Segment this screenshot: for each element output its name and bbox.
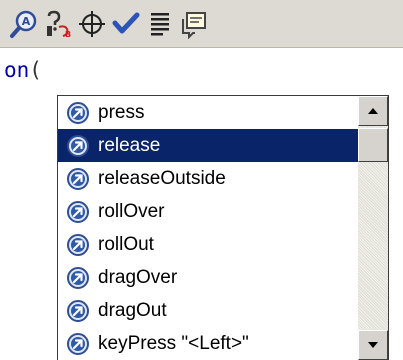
code-hint-popup: press release releaseOutside rollOver rollOu… [57,95,389,360]
check-syntax-icon [112,12,140,34]
event-handler-icon [67,299,89,322]
vertical-scrollbar[interactable] [358,96,388,360]
svg-text:A: A [22,15,31,28]
script-line[interactable]: on( [4,58,42,82]
arrow-down-icon [368,342,378,348]
event-handler-icon [67,167,89,190]
code-hint-item-label: keyPress "<Left>" [98,332,249,354]
code-keyword: on [4,58,30,82]
code-hint-item-label: release [98,134,161,156]
show-code-hint-icon [182,12,206,39]
add-statement-icon: A [10,10,37,38]
show-code-hint-button[interactable] [178,8,210,40]
scroll-thumb[interactable] [358,128,388,162]
event-handler-icon [67,101,89,124]
auto-format-button[interactable] [144,8,176,40]
code-hint-item[interactable]: releaseOutside [58,162,359,195]
scroll-up-button[interactable] [358,96,388,126]
code-hint-item-label: dragOver [98,266,178,288]
code-hint-item-label: dragOut [98,299,167,321]
code-hint-item[interactable]: dragOut [58,294,359,327]
code-hint-item[interactable]: rollOut [58,228,359,261]
auto-format-icon [151,13,169,36]
code-hint-item[interactable]: release [58,129,359,162]
code-hint-item[interactable]: press [58,96,359,129]
arrow-up-icon [368,108,378,114]
event-handler-icon [67,200,89,223]
event-handler-icon [67,233,89,256]
insert-target-path-icon [79,11,105,37]
event-handler-icon [67,332,89,355]
add-statement-button[interactable]: A [8,8,40,40]
code-hint-item-label: releaseOutside [98,167,226,189]
find-replace-button[interactable]: B [42,8,74,40]
code-hint-item[interactable]: dragOver [58,261,359,294]
code-hint-item-label: rollOut [98,233,154,255]
code-paren: ( [29,58,42,82]
event-handler-icon [67,266,89,289]
svg-text:B: B [65,30,71,39]
code-hint-item[interactable]: rollOver [58,195,359,228]
event-handler-icon [67,134,89,157]
code-hint-item[interactable]: keyPress "<Left>" [58,327,359,360]
insert-target-path-button[interactable] [76,8,108,40]
check-syntax-button[interactable] [110,8,142,40]
code-hint-item-label: rollOver [98,200,165,222]
code-hint-item-label: press [98,101,145,123]
find-replace-icon: B [47,10,71,39]
scroll-down-button[interactable] [358,330,388,360]
actions-toolbar: A B [0,0,403,48]
code-hint-list: press release releaseOutside rollOver rollOu… [58,96,359,360]
